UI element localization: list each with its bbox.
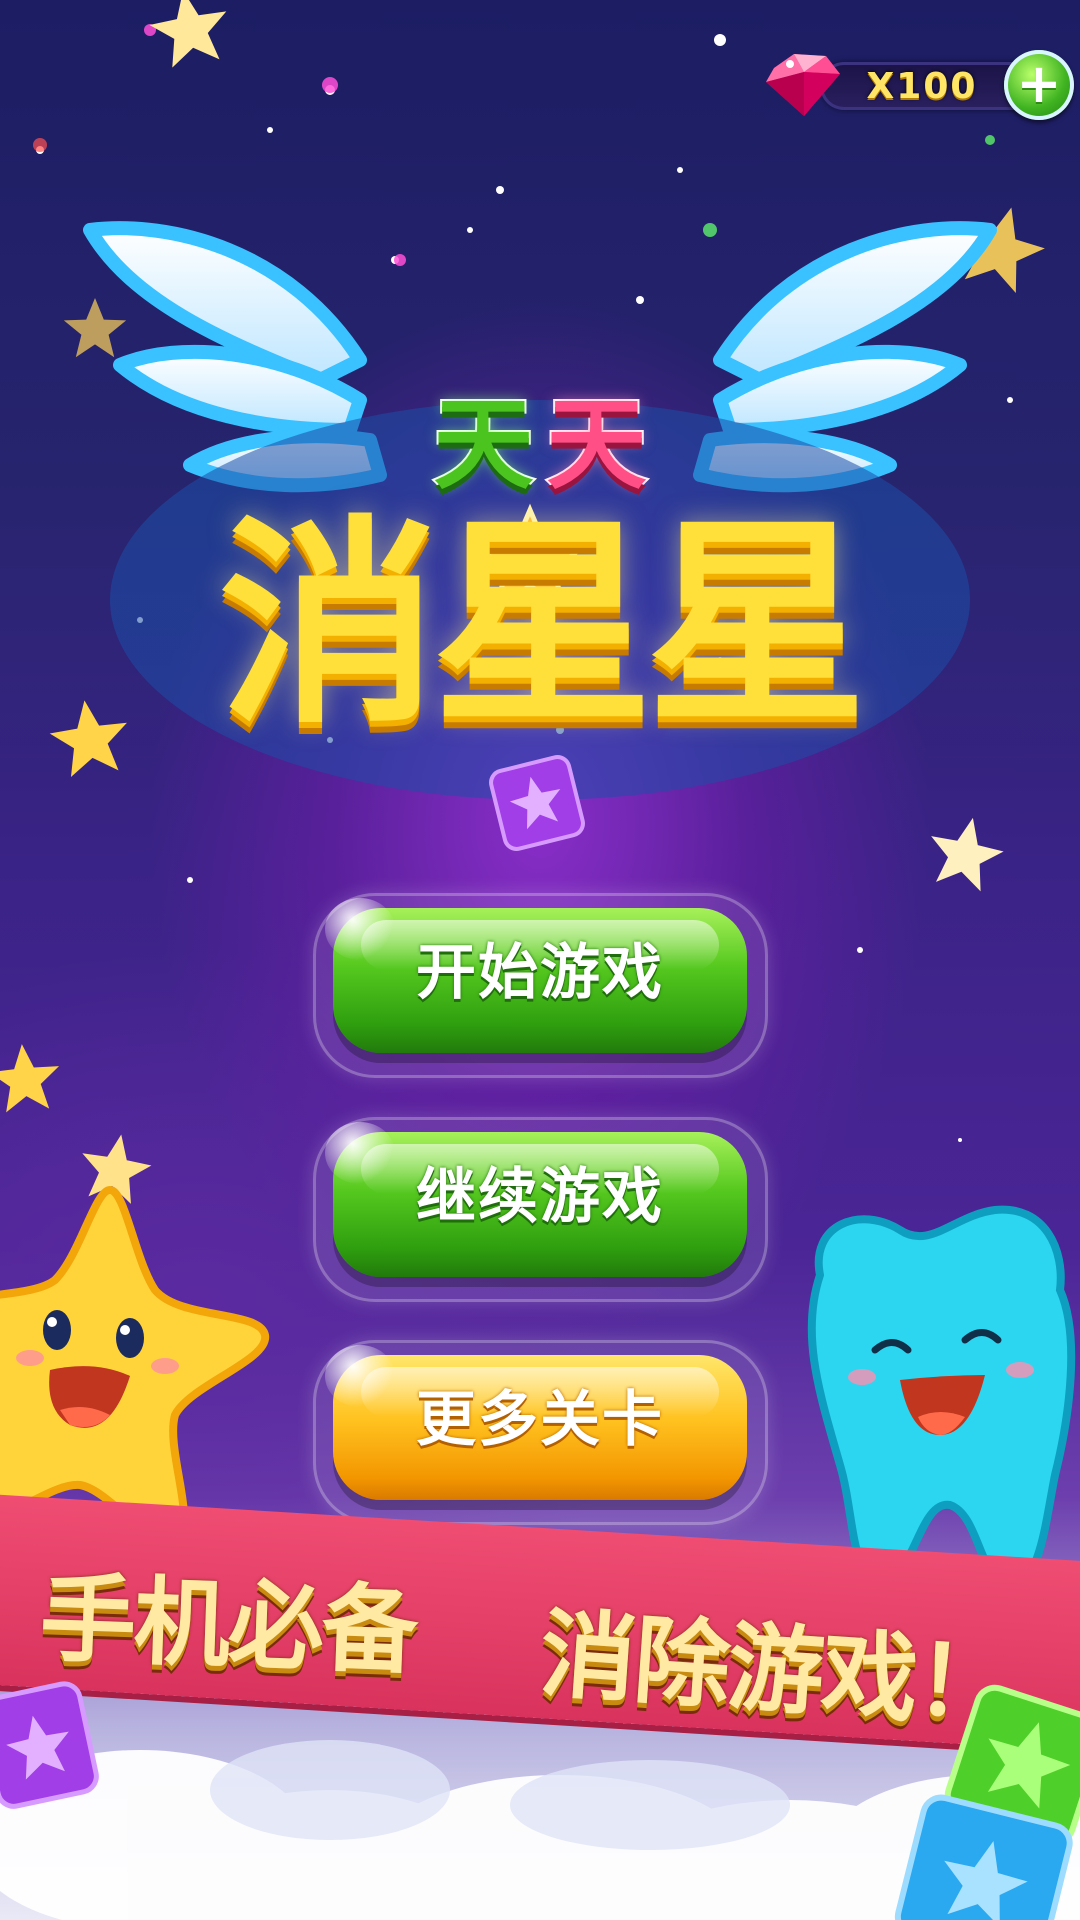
yellow-star-mascot xyxy=(0,1185,270,1546)
gem-count: X100 xyxy=(866,66,978,107)
continue-game-button-frame: 继续游戏 xyxy=(313,1117,768,1302)
start-game-button[interactable]: 开始游戏 xyxy=(325,898,747,1053)
continue-game-button[interactable]: 继续游戏 xyxy=(325,1122,747,1277)
logo-char-1: 天 xyxy=(431,384,535,505)
more-levels-button-frame: 更多关卡 xyxy=(313,1340,768,1525)
logo-line-top: 天 天 xyxy=(60,384,1020,505)
more-levels-button[interactable]: 更多关卡 xyxy=(325,1345,747,1500)
gem-counter: X100 + xyxy=(760,48,1074,120)
add-gems-button[interactable]: + xyxy=(1004,50,1074,120)
game-title-screen: X100 + 天 天 消星星 开始游戏 继续游戏 更多关卡 手机必备 消除游戏！ xyxy=(0,0,1080,1920)
start-game-button-frame: 开始游戏 xyxy=(313,893,768,1078)
cyan-tooth-mascot xyxy=(807,1205,1080,1605)
plus-icon: + xyxy=(1016,52,1062,115)
logo-title: 消星星 xyxy=(218,497,867,753)
logo-line-main: 消星星 xyxy=(60,500,1020,750)
start-game-label: 开始游戏 xyxy=(416,938,664,1008)
gem-icon xyxy=(766,54,840,116)
continue-game-label: 继续游戏 xyxy=(416,1162,664,1232)
game-logo: 天 天 消星星 xyxy=(60,190,1020,800)
logo-char-2: 天 xyxy=(545,384,649,505)
more-levels-label: 更多关卡 xyxy=(416,1385,664,1455)
banner-text-left: 手机必备 xyxy=(38,1562,418,1688)
